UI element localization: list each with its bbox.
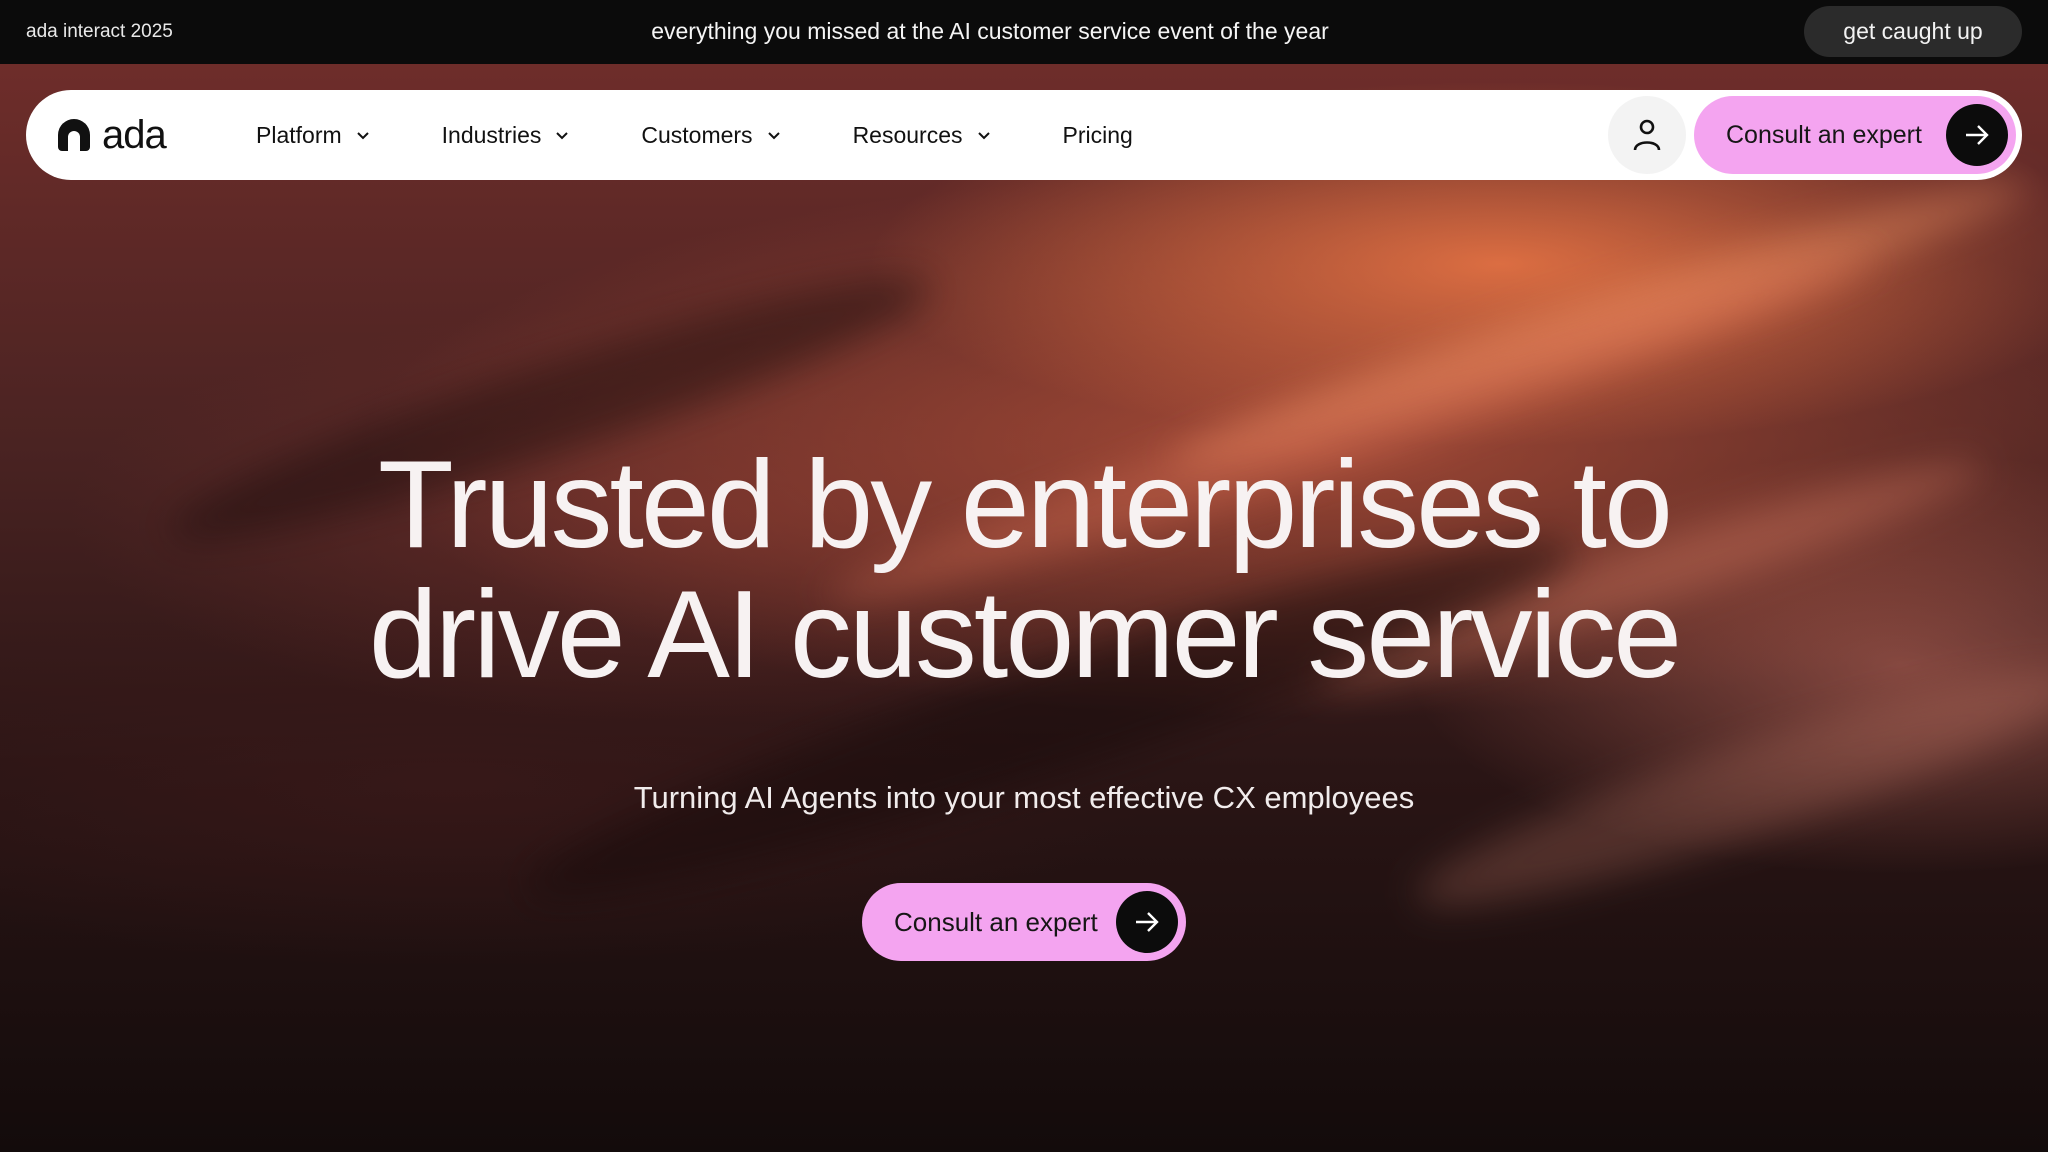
chevron-down-icon xyxy=(977,132,990,140)
nav-item-label: Resources xyxy=(852,121,963,148)
nav-menu: Platform Industries Customers Resources … xyxy=(256,90,1205,180)
nav-item-customers[interactable]: Customers xyxy=(641,122,780,149)
logo-text: ada xyxy=(102,112,167,157)
account-button[interactable] xyxy=(1608,96,1686,174)
ada-logo-icon xyxy=(58,119,90,151)
consult-expert-hero-button[interactable]: Consult an expert xyxy=(862,883,1186,961)
hero-headline: Trusted by enterprises to drive AI custo… xyxy=(0,440,2048,700)
consult-expert-nav-button[interactable]: Consult an expert xyxy=(1694,96,2016,174)
arrow-right-icon xyxy=(1966,125,1989,145)
announcement-message[interactable]: everything you missed at the AI customer… xyxy=(0,18,1980,45)
chevron-down-icon xyxy=(356,132,369,140)
announcement-bar: ada interact 2025 everything you missed … xyxy=(0,0,2048,64)
chevron-down-icon xyxy=(767,132,780,140)
arrow-circle xyxy=(1946,104,2008,166)
user-icon xyxy=(1633,119,1661,151)
chevron-down-icon xyxy=(556,132,569,140)
ada-logo[interactable]: ada xyxy=(58,111,167,159)
cta-label: Consult an expert xyxy=(894,907,1098,937)
nav-item-label: Industries xyxy=(441,121,542,148)
headline-line-1: Trusted by enterprises to xyxy=(378,436,1673,574)
arrow-right-icon xyxy=(1136,912,1159,932)
nav-item-label: Pricing xyxy=(1062,121,1133,148)
arrow-circle xyxy=(1116,891,1178,953)
nav-item-industries[interactable]: Industries xyxy=(442,122,570,149)
nav-item-platform[interactable]: Platform xyxy=(256,122,370,149)
page: ada interact 2025 everything you missed … xyxy=(0,0,2048,1152)
nav-item-pricing[interactable]: Pricing xyxy=(1063,122,1133,149)
nav-item-label: Platform xyxy=(256,121,342,148)
main-nav: ada Platform Industries Customers Resour… xyxy=(26,90,2022,180)
nav-item-label: Customers xyxy=(641,121,753,148)
cta-label: Consult an expert xyxy=(1726,121,1922,149)
hero-subheadline: Turning AI Agents into your most effecti… xyxy=(633,780,1415,815)
headline-line-2: drive AI customer service xyxy=(368,566,1682,704)
get-caught-up-button[interactable]: get caught up xyxy=(1804,6,2022,57)
nav-item-resources[interactable]: Resources xyxy=(853,122,991,149)
